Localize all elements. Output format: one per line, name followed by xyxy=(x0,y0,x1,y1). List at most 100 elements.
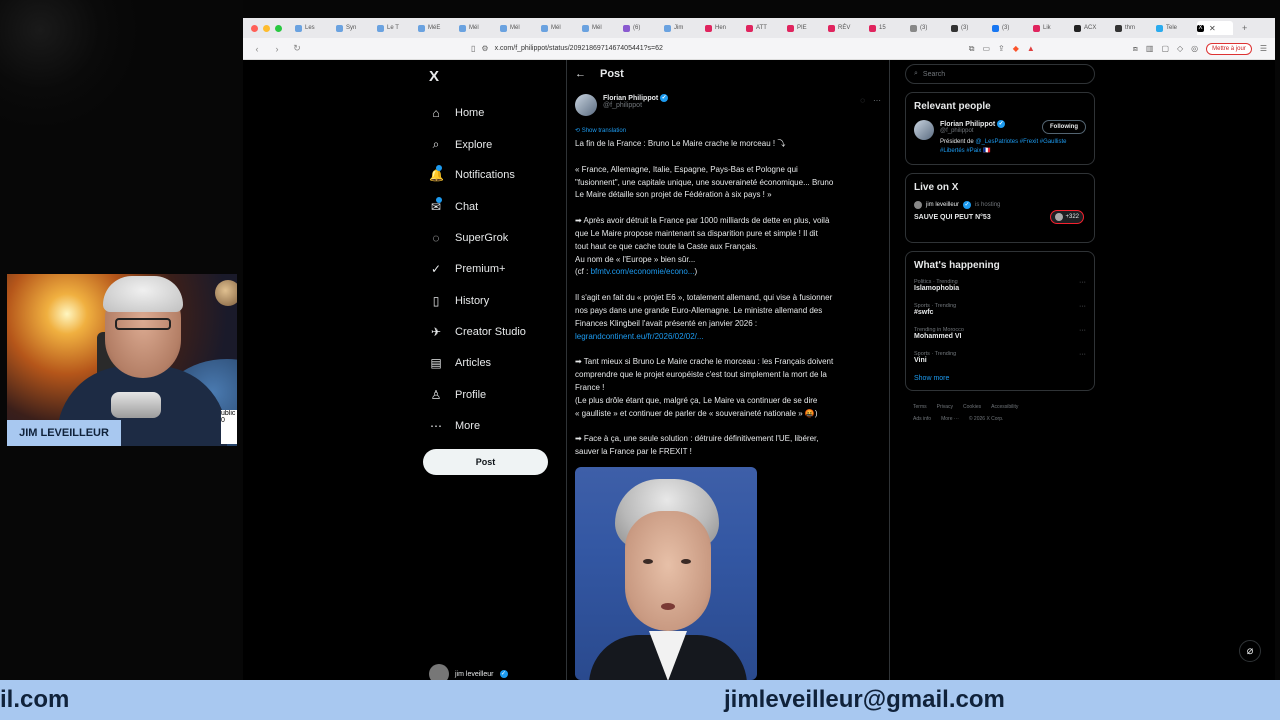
post-line: que Le Maire propose maintenant sa dispa… xyxy=(575,228,818,238)
wallet-icon[interactable]: ◇ xyxy=(1177,44,1183,53)
brave-rewards-icon[interactable]: ▲ xyxy=(1027,44,1035,53)
bookmark-icon[interactable]: ▯ xyxy=(471,44,475,53)
url-field[interactable]: ▯ ⚙ x.com/f_philippot/status/20921869714… xyxy=(471,44,941,53)
reload-icon[interactable]: ↻ xyxy=(291,43,303,54)
post-link[interactable]: legrandcontinent.eu/fr/2026/02/02/... xyxy=(575,331,883,344)
footer-link[interactable]: Privacy xyxy=(937,404,953,410)
avatar[interactable] xyxy=(914,120,934,140)
grok-button[interactable]: ⌀ xyxy=(1239,640,1261,662)
post-link[interactable]: (cf : bfmtv.com/economie/econo...) xyxy=(575,266,883,279)
tab-active-x[interactable]: X ✕ xyxy=(1197,21,1233,35)
relevant-person[interactable]: Florian Philippot ✓ @f_philippot Préside… xyxy=(914,120,1086,156)
browser-tab[interactable]: Hen xyxy=(705,21,743,35)
trend-item[interactable]: Sports · Trending #swfc ··· xyxy=(914,303,1086,316)
nav-item-profile[interactable]: ♙ Profile xyxy=(429,388,487,402)
footer-link[interactable]: Ads info xyxy=(913,416,931,422)
live-card[interactable]: Live on X jim leveilleur ✓ is hosting SA… xyxy=(905,173,1095,243)
close-tab-icon[interactable]: ✕ xyxy=(1209,24,1216,33)
new-tab-icon[interactable]: + xyxy=(1242,23,1247,33)
site-info-icon[interactable]: ⚙ xyxy=(481,44,488,53)
extensions-icon[interactable]: ⧈ xyxy=(1133,44,1138,54)
sidebar-icon[interactable]: ▥ xyxy=(1146,44,1154,53)
search-input[interactable]: ⌕ Search xyxy=(905,64,1095,84)
browser-tab[interactable]: MéE xyxy=(418,21,456,35)
following-button[interactable]: Following xyxy=(1042,120,1086,134)
post-line: (Le plus drôle étant que, malgré ça, Le … xyxy=(575,395,818,405)
avatar[interactable] xyxy=(575,94,597,116)
nav-item-more[interactable]: ⋯ More xyxy=(429,419,480,433)
update-button[interactable]: Mettre à jour xyxy=(1206,42,1252,55)
nav-item-notifications[interactable]: 🔔 Notifications xyxy=(429,165,515,182)
browser-tab[interactable]: Mél xyxy=(541,21,579,35)
browser-tab[interactable]: (3) xyxy=(992,21,1030,35)
browser-tab[interactable]: RÉV xyxy=(828,21,866,35)
browser-tab[interactable]: ATT xyxy=(746,21,784,35)
post-image[interactable] xyxy=(575,467,757,680)
browser-tab[interactable]: ACX xyxy=(1074,21,1112,35)
presenter-name-label: JIM LEVEILLEUR xyxy=(7,420,121,446)
show-more-link[interactable]: Show more xyxy=(914,375,1086,382)
trend-more-icon[interactable]: ··· xyxy=(1079,303,1086,310)
browser-tab[interactable]: Mél xyxy=(500,21,538,35)
tab-label: thm xyxy=(1125,25,1136,31)
brave-shield-icon[interactable]: ◆ xyxy=(1013,44,1019,53)
browser-tab[interactable]: Les xyxy=(295,21,333,35)
nav-item-history[interactable]: ▯ History xyxy=(429,294,490,308)
nav-item-articles[interactable]: ▤ Articles xyxy=(429,356,491,370)
trend-more-icon[interactable]: ··· xyxy=(1079,327,1086,334)
tab-group-icon[interactable]: ▢ xyxy=(1161,44,1169,53)
footer-link[interactable]: © 2026 X Corp. xyxy=(969,416,1004,422)
back-arrow-icon[interactable]: ← xyxy=(575,68,586,80)
browser-tab[interactable]: (3) xyxy=(951,21,989,35)
nav-item-premium[interactable]: ✓ Premium+ xyxy=(429,262,505,276)
trend-item[interactable]: Sports · Trending Vini ··· xyxy=(914,351,1086,364)
post-author[interactable]: Florian Philippot ✓ @f_philippot xyxy=(575,94,669,116)
browser-tab[interactable]: Lik xyxy=(1033,21,1071,35)
footer-link[interactable]: More ··· xyxy=(941,416,959,422)
tab-favicon-icon xyxy=(541,24,548,32)
post-button[interactable]: Post xyxy=(423,449,548,475)
browser-tab[interactable]: 15 xyxy=(869,21,907,35)
nav-item-chat[interactable]: ✉ Chat xyxy=(429,197,478,214)
browser-tab[interactable]: (3) xyxy=(910,21,948,35)
tab-favicon-icon xyxy=(582,24,589,32)
footer-link[interactable]: Cookies xyxy=(963,404,981,410)
nav-item-explore[interactable]: ⌕ Explore xyxy=(429,137,493,152)
translate-icon[interactable]: ⧉ xyxy=(969,44,975,54)
maximize-window-button[interactable] xyxy=(275,24,282,32)
trend-more-icon[interactable]: ··· xyxy=(1079,351,1086,358)
author-name[interactable]: Florian Philippot xyxy=(603,95,658,102)
browser-tab[interactable]: Le T xyxy=(377,21,415,35)
trend-item[interactable]: Politics · Trending Islamophobia ··· xyxy=(914,279,1086,292)
trend-more-icon[interactable]: ··· xyxy=(1079,279,1086,286)
browser-tab[interactable]: Mél xyxy=(582,21,620,35)
person-name[interactable]: Florian Philippot xyxy=(940,121,995,128)
browser-tab[interactable]: Mél xyxy=(459,21,497,35)
minimize-window-button[interactable] xyxy=(263,24,270,32)
show-translation-link[interactable]: ⟲ Show translation xyxy=(575,127,626,134)
browser-tab[interactable]: Jim xyxy=(664,21,702,35)
account-switcher[interactable]: jim leveilleur ✓ xyxy=(429,664,508,680)
cast-icon[interactable]: ▭ xyxy=(982,44,990,53)
browser-tab[interactable]: PIE xyxy=(787,21,825,35)
nav-item-home[interactable]: ⌂ Home xyxy=(429,106,484,120)
browser-tab[interactable]: (6) xyxy=(623,21,661,35)
vpn-icon[interactable]: ◎ xyxy=(1191,44,1198,53)
footer-link[interactable]: Accessibility xyxy=(991,404,1018,410)
footer-link[interactable]: Terms xyxy=(913,404,927,410)
whats-happening-title: What's happening xyxy=(914,260,1000,271)
share-icon[interactable]: ⇪ xyxy=(998,44,1005,53)
nav-item-creator-studio[interactable]: ✈ Creator Studio xyxy=(429,325,526,339)
grok-icon[interactable]: ◌ xyxy=(860,96,865,105)
back-icon[interactable]: ‹ xyxy=(251,44,263,54)
close-window-button[interactable] xyxy=(251,24,258,32)
trend-item[interactable]: Trending in Morocco Mohammed VI ··· xyxy=(914,327,1086,340)
x-logo-icon[interactable]: X xyxy=(429,68,439,85)
browser-tab[interactable]: thm xyxy=(1115,21,1153,35)
nav-item-supergrok[interactable]: ◌ SuperGrok xyxy=(429,231,508,245)
more-options-icon[interactable]: ⋯ xyxy=(873,96,881,105)
menu-icon[interactable]: ☰ xyxy=(1260,44,1267,53)
browser-tab[interactable]: Tele xyxy=(1156,21,1194,35)
browser-tab[interactable]: Syn xyxy=(336,21,374,35)
forward-icon[interactable]: › xyxy=(271,44,283,54)
